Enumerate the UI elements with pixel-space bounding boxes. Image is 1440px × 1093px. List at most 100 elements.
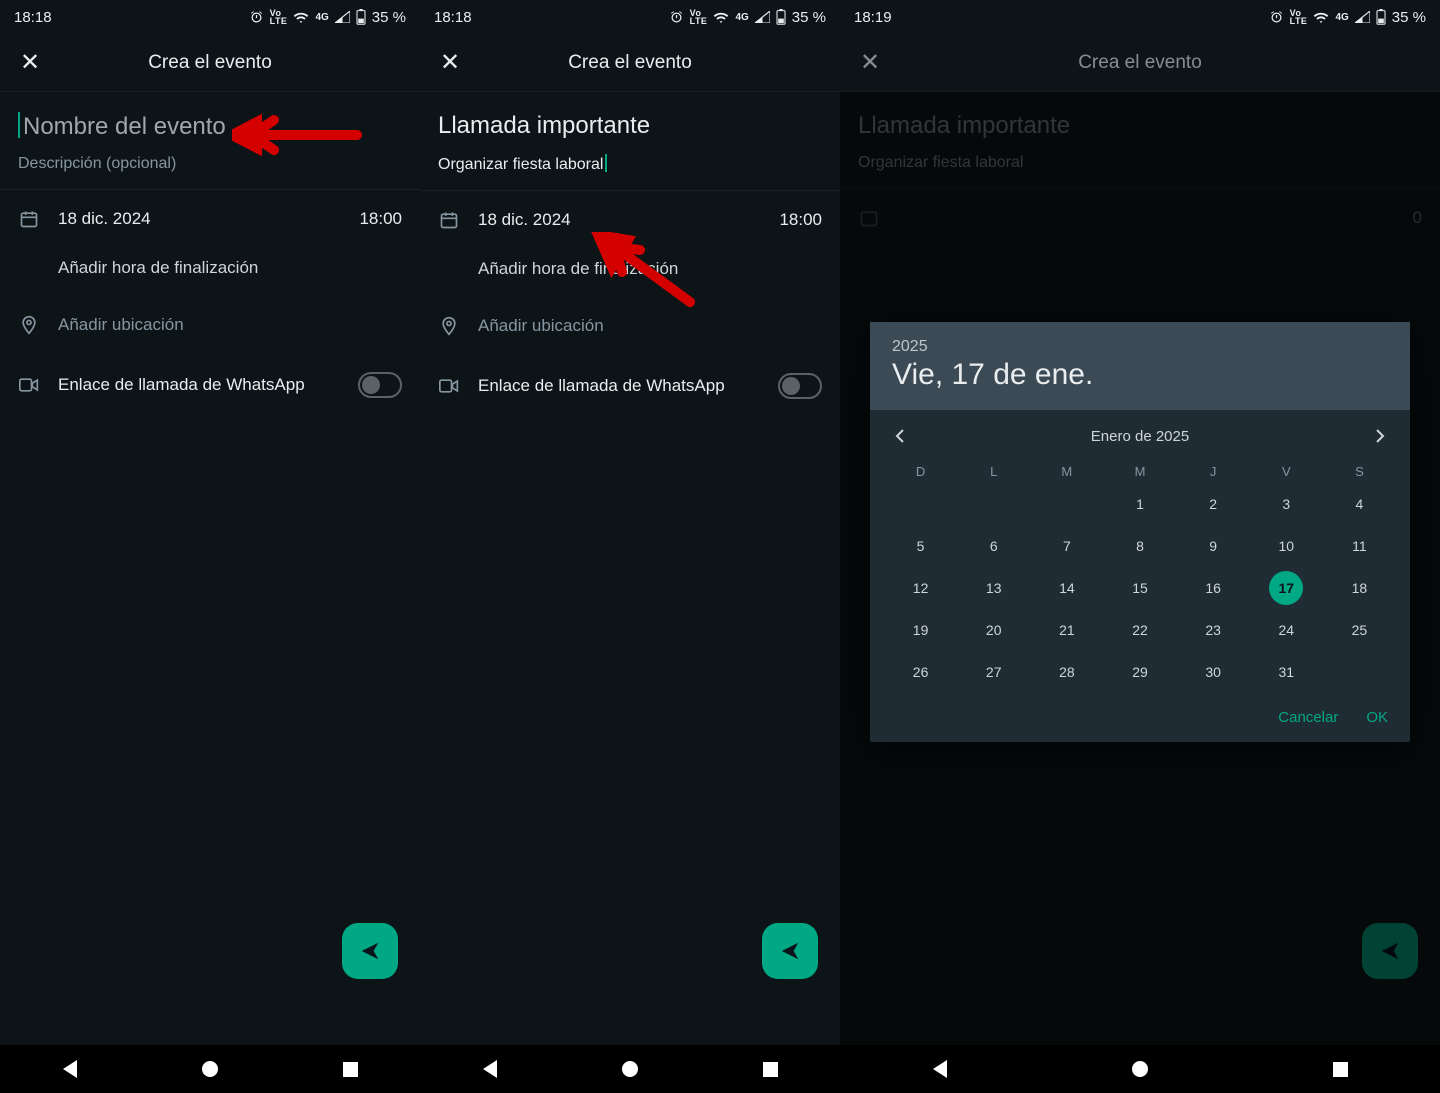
cancel-button[interactable]: Cancelar bbox=[1278, 709, 1338, 726]
calendar-day[interactable]: 9 bbox=[1177, 527, 1250, 565]
nav-home-icon[interactable] bbox=[622, 1061, 638, 1077]
calendar-icon bbox=[438, 209, 460, 231]
status-icons: VoLTE 4G 35 % bbox=[1269, 9, 1426, 26]
calendar-day[interactable]: 5 bbox=[884, 527, 957, 565]
volte-icon: VoLTE bbox=[690, 9, 708, 25]
calendar-day[interactable]: 31 bbox=[1250, 653, 1323, 691]
calendar-day[interactable]: 2 bbox=[1177, 485, 1250, 523]
header: ✕ Crea el evento bbox=[420, 34, 840, 92]
calendar-day[interactable]: 23 bbox=[1177, 611, 1250, 649]
calendar-day[interactable]: 24 bbox=[1250, 611, 1323, 649]
calendar-day[interactable]: 27 bbox=[957, 653, 1030, 691]
nav-bar bbox=[420, 1045, 840, 1093]
status-bar: 18:18 VoLTE 4G 35 % bbox=[420, 0, 840, 34]
calendar-day[interactable]: 30 bbox=[1177, 653, 1250, 691]
signal-icon bbox=[1355, 11, 1370, 23]
calendar-day[interactable]: 15 bbox=[1103, 569, 1176, 607]
calendar-day[interactable]: 6 bbox=[957, 527, 1030, 565]
calendar-day[interactable]: 1 bbox=[1103, 485, 1176, 523]
call-link-label: Enlace de llamada de WhatsApp bbox=[58, 375, 340, 395]
nav-recents-icon[interactable] bbox=[1333, 1062, 1348, 1077]
date-value: 18 dic. 2024 bbox=[58, 209, 341, 229]
network-4g-icon: 4G bbox=[315, 12, 328, 23]
network-4g-icon: 4G bbox=[735, 12, 748, 23]
calendar-day[interactable]: 10 bbox=[1250, 527, 1323, 565]
nav-recents-icon[interactable] bbox=[343, 1062, 358, 1077]
calendar-day[interactable]: 8 bbox=[1103, 527, 1176, 565]
date-picker-header[interactable]: 2025 Vie, 17 de ene. bbox=[870, 322, 1410, 410]
calendar-day[interactable]: 14 bbox=[1030, 569, 1103, 607]
calendar-day[interactable]: 26 bbox=[884, 653, 957, 691]
send-button[interactable] bbox=[762, 923, 818, 979]
event-name-input[interactable]: Llamada importante bbox=[438, 112, 822, 140]
calendar-day[interactable]: 21 bbox=[1030, 611, 1103, 649]
calendar-icon bbox=[18, 208, 40, 230]
calendar-day[interactable]: 29 bbox=[1103, 653, 1176, 691]
battery-icon bbox=[776, 9, 786, 25]
calendar-day[interactable]: 19 bbox=[884, 611, 957, 649]
date-picker-year[interactable]: 2025 bbox=[892, 338, 1388, 356]
date-row[interactable]: 18 dic. 2024 18:00 bbox=[0, 190, 420, 248]
status-icons: VoLTE 4G 35 % bbox=[249, 9, 406, 26]
calendar-day[interactable]: 25 bbox=[1323, 611, 1396, 649]
date-picker-modal: 2025 Vie, 17 de ene. Enero de 2025 DLMMJ… bbox=[870, 322, 1410, 742]
location-label: Añadir ubicación bbox=[478, 316, 822, 336]
status-time: 18:18 bbox=[14, 9, 52, 26]
date-value: 18 dic. 2024 bbox=[478, 210, 761, 230]
nav-back-icon[interactable] bbox=[483, 1060, 497, 1078]
battery-pct: 35 % bbox=[1392, 9, 1426, 26]
dow-cell: D bbox=[884, 464, 957, 479]
nav-back-icon[interactable] bbox=[933, 1060, 947, 1078]
ok-button[interactable]: OK bbox=[1366, 709, 1388, 726]
wifi-icon bbox=[713, 11, 729, 23]
calendar-day[interactable]: 7 bbox=[1030, 527, 1103, 565]
network-4g-icon: 4G bbox=[1335, 12, 1348, 23]
page-title: Crea el evento bbox=[438, 52, 822, 74]
send-icon bbox=[779, 940, 801, 962]
calendar-day[interactable]: 3 bbox=[1250, 485, 1323, 523]
calendar-day[interactable]: 13 bbox=[957, 569, 1030, 607]
body: Llamada importante Organizar fiesta labo… bbox=[840, 92, 1440, 1045]
nav-bar bbox=[840, 1045, 1440, 1093]
calendar-day[interactable]: 16 bbox=[1177, 569, 1250, 607]
event-name-input: Llamada importante bbox=[858, 112, 1422, 140]
location-row[interactable]: Añadir ubicación bbox=[0, 296, 420, 354]
calendar-day[interactable]: 22 bbox=[1103, 611, 1176, 649]
next-month-button[interactable] bbox=[1368, 424, 1392, 448]
call-link-toggle[interactable] bbox=[778, 373, 822, 399]
call-link-row: Enlace de llamada de WhatsApp bbox=[420, 355, 840, 417]
time-value[interactable]: 18:00 bbox=[779, 210, 822, 230]
wifi-icon bbox=[293, 11, 309, 23]
wifi-icon bbox=[1313, 11, 1329, 23]
body: Nombre del evento Descripción (opcional)… bbox=[0, 92, 420, 1045]
description-input[interactable]: Organizar fiesta laboral bbox=[420, 144, 840, 190]
calendar-icon bbox=[858, 207, 880, 229]
calendar-day[interactable]: 18 bbox=[1323, 569, 1396, 607]
annotation-arrow bbox=[590, 232, 700, 312]
dow-cell: J bbox=[1177, 464, 1250, 479]
nav-home-icon[interactable] bbox=[1132, 1061, 1148, 1077]
status-bar: 18:18 VoLTE 4G 35 % bbox=[0, 0, 420, 34]
body: Llamada importante Organizar fiesta labo… bbox=[420, 92, 840, 1045]
time-value[interactable]: 18:00 bbox=[359, 209, 402, 229]
send-button[interactable] bbox=[342, 923, 398, 979]
prev-month-button[interactable] bbox=[888, 424, 912, 448]
call-link-label: Enlace de llamada de WhatsApp bbox=[478, 376, 760, 396]
add-end-time-button[interactable]: Añadir hora de finalización bbox=[0, 248, 420, 296]
calendar-day[interactable]: 12 bbox=[884, 569, 957, 607]
calendar-day[interactable]: 17 bbox=[1269, 571, 1303, 605]
location-icon bbox=[18, 314, 40, 336]
calendar-day[interactable]: 20 bbox=[957, 611, 1030, 649]
send-button[interactable] bbox=[1362, 923, 1418, 979]
calendar-day[interactable]: 4 bbox=[1323, 485, 1396, 523]
location-label: Añadir ubicación bbox=[58, 315, 402, 335]
nav-back-icon[interactable] bbox=[63, 1060, 77, 1078]
alarm-icon bbox=[669, 10, 684, 25]
call-link-toggle[interactable] bbox=[358, 372, 402, 398]
calendar-day[interactable]: 11 bbox=[1323, 527, 1396, 565]
volte-icon: VoLTE bbox=[270, 9, 288, 25]
calendar-day[interactable]: 28 bbox=[1030, 653, 1103, 691]
nav-home-icon[interactable] bbox=[202, 1061, 218, 1077]
nav-recents-icon[interactable] bbox=[763, 1062, 778, 1077]
send-icon bbox=[1379, 940, 1401, 962]
